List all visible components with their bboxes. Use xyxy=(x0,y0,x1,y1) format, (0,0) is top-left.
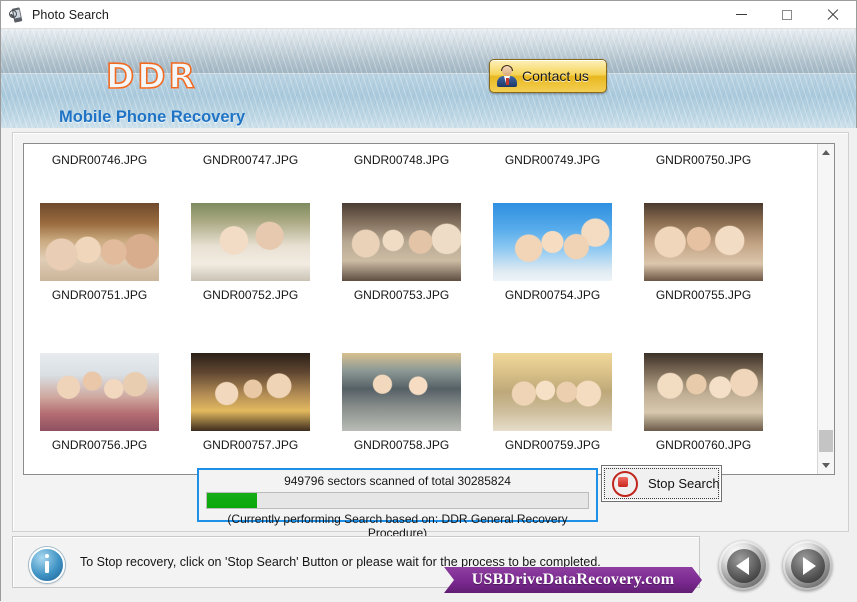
file-name: GNDR00757.JPG xyxy=(202,438,299,452)
maximize-button[interactable] xyxy=(764,1,810,28)
close-icon xyxy=(827,9,839,21)
thumbnail-row: GNDR00751.JPG GNDR00752.JPG GNDR00753.JPG G… xyxy=(24,188,819,338)
stop-icon xyxy=(612,470,638,497)
scan-progress-bar xyxy=(206,492,589,509)
minimize-icon xyxy=(735,14,747,15)
info-icon xyxy=(29,547,65,583)
stop-search-button[interactable]: Stop Search xyxy=(601,465,722,502)
arrow-right-icon xyxy=(790,548,825,583)
file-thumbnail[interactable] xyxy=(341,202,462,282)
file-name: GNDR00748.JPG xyxy=(353,153,450,167)
file-item[interactable]: GNDR00755.JPG xyxy=(629,188,778,338)
file-name: GNDR00758.JPG xyxy=(353,438,450,452)
maximize-icon xyxy=(782,9,792,20)
file-name: GNDR00749.JPG xyxy=(504,153,601,167)
file-thumbnail[interactable] xyxy=(643,352,764,432)
file-item[interactable]: GNDR00759.JPG xyxy=(478,338,627,474)
contact-us-button[interactable]: Contact us xyxy=(489,59,607,93)
file-name: GNDR00753.JPG xyxy=(353,288,450,302)
file-item[interactable]: GNDR00754.JPG xyxy=(478,188,627,338)
next-button[interactable] xyxy=(783,541,832,590)
file-item[interactable]: GNDR00747.JPG xyxy=(176,146,325,188)
file-item[interactable]: GNDR00757.JPG xyxy=(176,338,325,474)
file-thumbnail[interactable] xyxy=(190,352,311,432)
file-list-scrollbar[interactable] xyxy=(817,144,834,474)
file-name: GNDR00747.JPG xyxy=(202,153,299,167)
file-name: GNDR00756.JPG xyxy=(51,438,148,452)
thumbnail-row: GNDR00746.JPG GNDR00747.JPG GNDR00748.JPG G… xyxy=(24,146,819,188)
file-item[interactable]: GNDR00756.JPG xyxy=(25,338,174,474)
file-item[interactable]: GNDR00750.JPG xyxy=(629,146,778,188)
file-item[interactable]: GNDR00760.JPG xyxy=(629,338,778,474)
main-content: GNDR00746.JPG GNDR00747.JPG GNDR00748.JPG G… xyxy=(1,128,857,602)
file-name: GNDR00759.JPG xyxy=(504,438,601,452)
status-message: To Stop recovery, click on 'Stop Search'… xyxy=(80,555,601,569)
recovered-files-list[interactable]: GNDR00746.JPG GNDR00747.JPG GNDR00748.JPG G… xyxy=(23,143,835,475)
watermark-text: USBDriveDataRecovery.com xyxy=(471,571,675,588)
thumbnail-row: GNDR00756.JPG GNDR00757.JPG GNDR00758.JPG G… xyxy=(24,338,819,474)
brand-banner: DDR Mobile Phone Recovery Contact us xyxy=(1,29,856,129)
file-name: GNDR00754.JPG xyxy=(504,288,601,302)
scroll-up-icon[interactable] xyxy=(818,144,834,161)
contact-us-label: Contact us xyxy=(522,68,589,84)
arrow-left-icon xyxy=(726,548,761,583)
mobile-phone-icon xyxy=(9,6,25,23)
file-thumbnail[interactable] xyxy=(492,202,613,282)
file-name: GNDR00750.JPG xyxy=(655,153,752,167)
scan-progress-fill xyxy=(207,493,257,508)
file-thumbnail[interactable] xyxy=(39,202,160,282)
search-progress-panel: 949796 sectors scanned of total 30285824… xyxy=(197,468,598,540)
file-item[interactable]: GNDR00749.JPG xyxy=(478,146,627,188)
file-name: GNDR00752.JPG xyxy=(202,288,299,302)
file-item[interactable]: GNDR00753.JPG xyxy=(327,188,476,338)
file-item[interactable]: GNDR00758.JPG xyxy=(327,338,476,474)
file-name: GNDR00746.JPG xyxy=(51,153,148,167)
product-subtitle: Mobile Phone Recovery xyxy=(59,108,246,126)
file-item[interactable]: GNDR00752.JPG xyxy=(176,188,325,338)
file-item[interactable]: GNDR00751.JPG xyxy=(25,188,174,338)
user-avatar-icon xyxy=(496,65,518,87)
file-name: GNDR00760.JPG xyxy=(655,438,752,452)
file-thumbnail[interactable] xyxy=(643,202,764,282)
watermark-banner: USBDriveDataRecovery.com xyxy=(444,567,702,593)
file-name: GNDR00751.JPG xyxy=(51,288,148,302)
photo-search-window: Photo Search DDR Mobile Phone Recovery C… xyxy=(0,0,857,602)
file-thumbnail[interactable] xyxy=(39,352,160,432)
file-item[interactable]: GNDR00748.JPG xyxy=(327,146,476,188)
thumbnail-grid: GNDR00746.JPG GNDR00747.JPG GNDR00748.JPG G… xyxy=(24,144,819,474)
close-button[interactable] xyxy=(810,1,856,28)
previous-button[interactable] xyxy=(719,541,768,590)
scroll-down-icon[interactable] xyxy=(818,457,834,474)
scrollbar-thumb[interactable] xyxy=(819,430,833,452)
window-controls xyxy=(718,1,856,28)
file-thumbnail[interactable] xyxy=(341,352,462,432)
window-title: Photo Search xyxy=(32,7,109,22)
ddr-logo: DDR xyxy=(105,56,198,98)
minimize-button[interactable] xyxy=(718,1,764,28)
file-thumbnail[interactable] xyxy=(190,202,311,282)
title-bar: Photo Search xyxy=(1,1,856,29)
file-thumbnail[interactable] xyxy=(492,352,613,432)
file-item[interactable]: GNDR00746.JPG xyxy=(25,146,174,188)
file-name: GNDR00755.JPG xyxy=(655,288,752,302)
sectors-scanned-text: 949796 sectors scanned of total 30285824 xyxy=(284,474,511,488)
